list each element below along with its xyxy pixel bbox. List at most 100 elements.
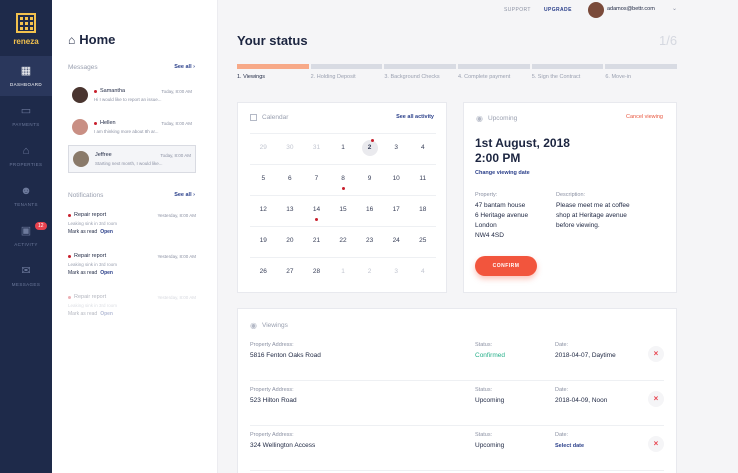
calendar-day[interactable]: 2 xyxy=(356,258,383,288)
description-label: Description: xyxy=(556,192,586,198)
calendar-day[interactable]: 29 xyxy=(250,134,277,164)
calendar-day[interactable]: 13 xyxy=(277,196,304,226)
mark-as-read-link[interactable]: Mark as read xyxy=(68,270,97,276)
message-preview: Hi I would like to report an issue... xyxy=(94,97,162,102)
sidebar-item-tenants[interactable]: ☻ TENANTS xyxy=(0,176,52,216)
date-label: Date: xyxy=(555,387,569,393)
page-title: Home xyxy=(79,32,116,47)
main-content: SUPPORT UPGRADE adamos@bettr.com ⌄ Your … xyxy=(218,0,738,473)
remove-viewing-button[interactable]: × xyxy=(648,346,664,362)
upgrade-link[interactable]: UPGRADE xyxy=(544,7,572,13)
calendar-day[interactable]: 1 xyxy=(330,134,357,164)
address-value: 523 Hilton Road xyxy=(250,397,297,404)
home-panel: ⌂ Home Messages See all › Samantha Today… xyxy=(52,0,218,473)
card-icon: ▭ xyxy=(20,104,32,117)
calendar-day[interactable]: 10 xyxy=(383,165,410,195)
message-item[interactable]: Hellen Today, 8:00 AM I am thinking more… xyxy=(68,113,196,141)
step-move-in[interactable]: 6. Move-in xyxy=(605,64,678,80)
sidebar-item-dashboard[interactable]: ▦ DASHBOARD xyxy=(0,56,52,96)
viewing-row: Property Address: 5816 Fenton Oaks Road … xyxy=(250,336,664,381)
message-item[interactable]: Samantha Today, 8:00 AM Hi I would like … xyxy=(68,81,196,109)
notifications-see-all-link[interactable]: See all › xyxy=(174,192,195,198)
notification-time: Yesterday, 8:00 AM xyxy=(157,212,196,218)
open-link[interactable]: Open xyxy=(100,270,113,276)
calendar-day[interactable]: 30 xyxy=(277,134,304,164)
calendar-day[interactable]: 23 xyxy=(356,227,383,257)
sidebar-item-messages[interactable]: ✉ MESSAGES xyxy=(0,256,52,296)
calendar-grid: 29 30 31 1 2 3 4 5 6 7 8 9 10 11 12 13 1… xyxy=(250,133,436,288)
step-background-checks[interactable]: 3. Background Checks xyxy=(384,64,457,80)
change-viewing-date-link[interactable]: Change viewing date xyxy=(475,170,530,176)
description-value: Please meet me at coffee shop at Heritag… xyxy=(556,202,630,229)
calendar-day-selected[interactable]: 2 xyxy=(356,134,383,164)
calendar-day[interactable]: 14 xyxy=(303,196,330,226)
cancel-viewing-link[interactable]: Cancel viewing xyxy=(626,114,663,120)
calendar-day[interactable]: 12 xyxy=(250,196,277,226)
mark-as-read-link[interactable]: Mark as read xyxy=(68,311,97,317)
calendar-day[interactable]: 4 xyxy=(409,258,436,288)
step-sign-contract[interactable]: 5. Sign the Contract xyxy=(531,64,604,80)
open-link[interactable]: Open xyxy=(100,311,113,317)
remove-viewing-button[interactable]: × xyxy=(648,391,664,407)
step-complete-payment[interactable]: 4. Complete payment xyxy=(458,64,530,80)
calendar-day[interactable]: 31 xyxy=(303,134,330,164)
logo[interactable]: reneza xyxy=(0,0,52,56)
calendar-day[interactable]: 1 xyxy=(330,258,357,288)
calendar-day[interactable]: 25 xyxy=(409,227,436,257)
calendar-day[interactable]: 19 xyxy=(250,227,277,257)
calendar-day[interactable]: 17 xyxy=(383,196,410,226)
calendar-day[interactable]: 3 xyxy=(383,134,410,164)
calendar-day[interactable]: 6 xyxy=(277,165,304,195)
calendar-day[interactable]: 7 xyxy=(303,165,330,195)
confirm-button[interactable]: CONFIRM xyxy=(475,256,537,276)
user-email[interactable]: adamos@bettr.com xyxy=(607,6,655,12)
sidebar-item-activity[interactable]: ▣ ACTIVITY 12 xyxy=(0,216,52,256)
users-icon: ☻ xyxy=(20,184,32,197)
calendar-day[interactable]: 11 xyxy=(409,165,436,195)
calendar-day[interactable]: 20 xyxy=(277,227,304,257)
viewing-row: Property Address: 324 Wellington Access … xyxy=(250,426,664,471)
calendar-day[interactable]: 24 xyxy=(383,227,410,257)
calendar-day[interactable]: 16 xyxy=(356,196,383,226)
calendar-day[interactable]: 28 xyxy=(303,258,330,288)
mark-as-read-link[interactable]: Mark as read xyxy=(68,229,97,235)
messages-see-all-link[interactable]: See all › xyxy=(174,64,195,70)
messages-title: Messages xyxy=(68,64,98,71)
calendar-day[interactable]: 3 xyxy=(383,258,410,288)
date-label: Date: xyxy=(555,342,569,348)
remove-viewing-button[interactable]: × xyxy=(648,436,664,452)
address-label: Property Address: xyxy=(250,387,294,393)
step-holding-deposit[interactable]: 2. Holding Deposit xyxy=(310,64,383,80)
logo-text: reneza xyxy=(13,37,39,46)
notification-time: Yesterday, 8:00 AM xyxy=(157,294,196,300)
calendar-day[interactable]: 5 xyxy=(250,165,277,195)
sidebar-item-payments[interactable]: ▭ PAYMENTS xyxy=(0,96,52,136)
step-viewings[interactable]: 1. Viewings xyxy=(237,64,309,80)
status-label: Status: xyxy=(475,432,493,438)
calendar-day[interactable]: 15 xyxy=(330,196,357,226)
status-value: Upcoming xyxy=(475,397,505,404)
calendar-day[interactable]: 8 xyxy=(330,165,357,195)
chevron-down-icon[interactable]: ⌄ xyxy=(672,5,677,12)
calendar-day[interactable]: 4 xyxy=(409,134,436,164)
sidebar-item-label: TENANTS xyxy=(14,201,38,207)
calendar-day[interactable]: 9 xyxy=(356,165,383,195)
support-link[interactable]: SUPPORT xyxy=(504,7,531,13)
sidebar-item-properties[interactable]: ⌂ PROPERTIES xyxy=(0,136,52,176)
calendar-day[interactable]: 27 xyxy=(277,258,304,288)
see-all-activity-link[interactable]: See all activity xyxy=(396,114,434,120)
home-icon: ⌂ xyxy=(68,32,76,47)
calendar-day[interactable]: 22 xyxy=(330,227,357,257)
message-item[interactable]: Jeffree Today, 8:00 AM Starting next mon… xyxy=(68,145,196,173)
notification-text: Leaking sink in 3rd room xyxy=(68,221,118,226)
calendar-day[interactable]: 21 xyxy=(303,227,330,257)
notifications-title: Notifications xyxy=(68,192,104,199)
open-link[interactable]: Open xyxy=(100,229,113,235)
activity-badge: 12 xyxy=(35,222,47,230)
calendar-day[interactable]: 18 xyxy=(409,196,436,226)
user-avatar[interactable] xyxy=(588,2,604,18)
calendar-day[interactable]: 26 xyxy=(250,258,277,288)
message-preview: Starting next month, I would like... xyxy=(95,161,163,166)
select-date-link[interactable]: Select date xyxy=(555,443,584,449)
status-label: Status: xyxy=(475,387,493,393)
